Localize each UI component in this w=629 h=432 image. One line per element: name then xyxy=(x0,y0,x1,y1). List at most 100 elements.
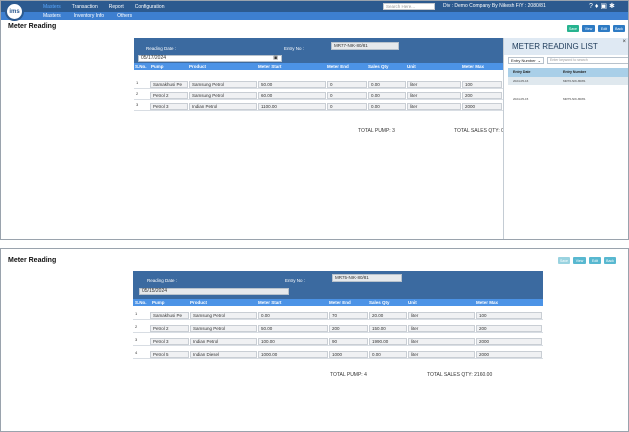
sales-qty-field: 0.00 xyxy=(368,81,406,88)
meter-end-field[interactable]: 70 xyxy=(329,312,368,319)
sales-qty-field: 1990.00 xyxy=(369,338,407,345)
table-row: 1 Samakhusi Pe Samsung Petrol 0.00 70 20.00 li… xyxy=(133,311,543,320)
unit-field: liter xyxy=(407,103,461,110)
meter-end-field[interactable]: 0 xyxy=(327,103,367,110)
sales-qty-field: 20.00 xyxy=(369,312,407,319)
sales-qty-field: 150.00 xyxy=(369,325,407,332)
table-row: 1 Samakhusi Pe Samsung Petrol 50.00 0 0.00 lit… xyxy=(134,80,503,89)
meter-max-field: 100 xyxy=(462,81,502,88)
subnav-masters[interactable]: Masters xyxy=(43,13,61,19)
meter-max-field: 200 xyxy=(476,325,542,332)
pump-field: Petrol 2 xyxy=(150,325,189,332)
list-search-input[interactable]: Enter keyword to search xyxy=(547,57,628,64)
col-sales-qty: Sales Qty xyxy=(368,64,389,69)
total-pump: TOTAL PUMP: 3 xyxy=(358,128,395,134)
meter-end-field[interactable]: 0 xyxy=(327,81,367,88)
meter-start-field: 50.00 xyxy=(258,81,326,88)
col-meter-end: Meter End xyxy=(327,64,349,69)
product-field: Samsung Petrol xyxy=(190,325,257,332)
meter-max-field: 2000 xyxy=(462,103,502,110)
meter-end-field[interactable]: 200 xyxy=(329,325,368,332)
reading-date-label: Reading Date : xyxy=(147,278,178,283)
company-fy-label: Div : Demo Company By Nikesh F/Y : 2080/… xyxy=(443,3,546,9)
bell-icon[interactable]: ♦ xyxy=(595,3,599,10)
edit-button[interactable]: Edit xyxy=(598,25,610,32)
list-filter-select[interactable]: Entry Number ⌄ xyxy=(508,57,544,64)
settings-icon[interactable]: ✱ xyxy=(609,3,615,10)
reading-date-input[interactable]: 05/15/2024 xyxy=(139,288,289,295)
view-button[interactable]: View xyxy=(582,25,595,32)
calendar-icon[interactable]: ▣ xyxy=(273,56,278,61)
meter-end-field[interactable]: 0 xyxy=(327,92,367,99)
table-row: 4 Petrol 5 Indian Diesel 1000.00 1000 0.00 lit… xyxy=(133,350,543,359)
nav-transaction[interactable]: Transaction xyxy=(72,4,98,10)
col-meter-start: Meter Start xyxy=(258,64,282,69)
row-number: 2 xyxy=(135,324,138,329)
subnav-others[interactable]: Others xyxy=(117,13,132,19)
pump-field: Petrol 2 xyxy=(150,92,188,99)
edit-button[interactable]: Edit xyxy=(589,257,601,264)
page-title: Meter Reading xyxy=(8,23,57,30)
table-row: 2 Petrol 2 Samsung Petrol 60.00 0 0.00 liter 20… xyxy=(134,91,503,100)
col-meter-max: Meter Max xyxy=(476,300,499,305)
product-field: Samsung Petrol xyxy=(189,81,257,88)
col-unit: Unit xyxy=(407,64,416,69)
meter-end-field[interactable]: 1000 xyxy=(329,351,368,358)
meter-start-field: 1100.00 xyxy=(258,103,326,110)
meter-start-field: 1000.00 xyxy=(258,351,328,358)
screen-meter-reading-form: Meter Reading Save View Edit Back Readin… xyxy=(0,248,629,432)
search-input[interactable]: Search Here... xyxy=(383,3,435,10)
unit-field: liter xyxy=(408,351,475,358)
row-number: 2 xyxy=(136,91,139,96)
entry-no-label: Entry No : xyxy=(285,278,306,283)
row-number: 1 xyxy=(135,311,138,316)
table-row: 3 Petrol 3 Indian Petrol 100.00 90 1990.00 lit… xyxy=(133,337,543,346)
meter-max-field: 2000 xyxy=(476,351,542,358)
back-button[interactable]: Back xyxy=(604,257,616,264)
back-button[interactable]: Back xyxy=(613,25,625,32)
meter-max-field: 100 xyxy=(476,312,542,319)
product-field: Indian Petrol xyxy=(190,338,257,345)
print-icon[interactable]: ▣ xyxy=(600,3,607,10)
col-meter-end: Meter End xyxy=(329,300,351,305)
list-item[interactable]: 2024-05-15 MR75-NIK-80/81 xyxy=(508,95,628,103)
page-title: Meter Reading xyxy=(8,257,57,264)
table-row: 2 Petrol 2 Samsung Petrol 50.00 200 150.00 lit… xyxy=(133,324,543,333)
nav-configuration[interactable]: Configuration xyxy=(135,4,165,10)
meter-start-field: 0.00 xyxy=(258,312,328,319)
meter-end-field[interactable]: 90 xyxy=(329,338,368,345)
subnav-inventory-info[interactable]: Inventory Info xyxy=(74,13,104,19)
table-header: S.No. Pump Product Meter Start Meter End… xyxy=(133,299,543,306)
col-product: Product xyxy=(190,300,208,305)
list-title: METER READING LIST xyxy=(512,42,598,51)
product-field: Indian Diesel xyxy=(190,351,257,358)
top-navbar: Masters Transaction Report Configuration… xyxy=(1,1,628,12)
ims-logo: ims xyxy=(5,2,24,21)
col-sno: S.No. xyxy=(135,64,147,69)
product-field: Indian Petrol xyxy=(189,103,257,110)
view-button[interactable]: View xyxy=(573,257,586,264)
reading-date-input[interactable]: 05/17/2024 ▣ xyxy=(138,55,282,62)
unit-field: liter xyxy=(407,81,461,88)
pump-field: Petrol 5 xyxy=(150,351,189,358)
table-header: S.No. Pump Product Meter Start Meter End… xyxy=(134,63,503,70)
close-icon[interactable]: × xyxy=(622,39,626,45)
save-button[interactable]: Save xyxy=(567,25,579,32)
form-header-panel: Reading Date : 05/15/2024 Entry No : MR7… xyxy=(133,271,543,299)
list-item[interactable]: 2024-05-16 MR76-NIK-80/81 xyxy=(508,77,628,85)
table-row: 3 Petrol 3 Indian Petrol 1100.00 0 0.00 liter 2… xyxy=(134,102,503,111)
col-pump: Pump xyxy=(151,64,164,69)
col-unit: Unit xyxy=(408,300,417,305)
list-col-entry-number: Entry Number xyxy=(563,70,587,74)
row-number: 1 xyxy=(136,80,139,85)
row-number: 3 xyxy=(135,337,138,342)
help-icon[interactable]: ? xyxy=(589,3,593,10)
save-button[interactable]: Save xyxy=(558,257,570,264)
meter-start-field: 100.00 xyxy=(258,338,328,345)
unit-field: liter xyxy=(408,312,475,319)
pump-field: Petrol 3 xyxy=(150,103,188,110)
nav-report[interactable]: Report xyxy=(109,4,124,10)
total-pump: TOTAL PUMP: 4 xyxy=(330,372,367,378)
nav-masters[interactable]: Masters xyxy=(43,4,61,10)
col-sales-qty: Sales Qty xyxy=(369,300,390,305)
